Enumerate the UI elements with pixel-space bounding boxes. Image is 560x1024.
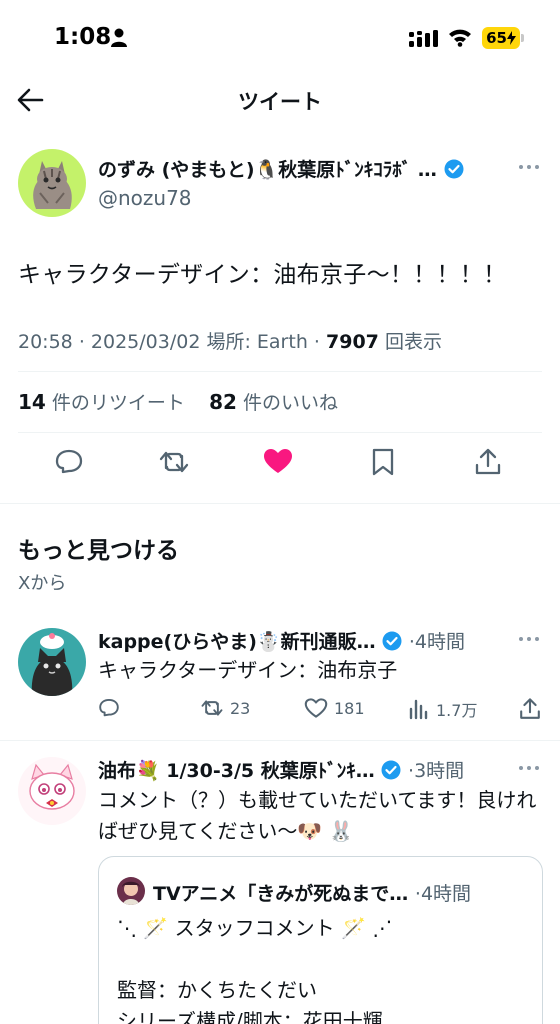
verified-badge-icon: [381, 760, 401, 780]
battery-tip: [521, 34, 524, 42]
feed-author-name-text: kappe(ひらやま)☃️新刊通販…: [98, 631, 376, 653]
author-name[interactable]: のずみ (やまもと)🐧秋葉原ﾄﾞﾝｷｺﾗﾎﾞ …: [98, 155, 464, 182]
feed-like-count: 181: [334, 698, 365, 718]
more-options-icon[interactable]: [518, 635, 540, 643]
author-name-text: のずみ (やまもと)🐧秋葉原ﾄﾞﾝｷｺﾗﾎﾞ …: [98, 159, 437, 181]
divider: [0, 740, 560, 741]
reply-icon: [99, 698, 119, 717]
retweet-icon: [201, 700, 223, 716]
wifi-icon: [449, 29, 471, 47]
feed-text: キャラクターデザイン：油布京子: [98, 658, 398, 682]
feed-retweet-count: 23: [230, 698, 251, 718]
feed-avatar[interactable]: [18, 628, 86, 696]
heart-icon: [304, 698, 328, 718]
tweet-text: キャラクターデザイン：油布京子〜！！！！！: [18, 262, 507, 288]
quote-text: ⋱ 🪄 スタッフコメント 🪄 ⋰ 監督：かくちたくだい シリーズ構成/脚本：花田…: [117, 916, 393, 1024]
battery-indicator: 65: [482, 27, 520, 49]
page-title: ツイート: [238, 90, 322, 114]
person-icon: [111, 28, 127, 47]
like-filled-icon[interactable]: [263, 447, 293, 477]
cellular-signal-icon: [409, 30, 438, 47]
divider: [0, 503, 560, 504]
feed-author-name-text: 油布💐 1/30-3/5 秋葉原ﾄﾞﾝｷ…: [98, 760, 375, 782]
feed-text: コメント（？）も載せていただいてます！良ければぜひ見てください〜🐶 🐰: [98, 788, 537, 843]
top-nav: ツイート: [0, 72, 560, 128]
status-time: 1:08: [54, 24, 112, 50]
verified-badge-icon: [444, 159, 463, 179]
section-subtitle: Xから: [18, 573, 67, 594]
more-options-icon[interactable]: [518, 764, 540, 772]
verified-badge-icon: [382, 631, 402, 651]
feed-like-button[interactable]: 181: [304, 697, 365, 719]
divider: [18, 371, 542, 372]
meta-separator: ·: [78, 331, 91, 353]
like-stat[interactable]: 82 件のいいね: [209, 390, 338, 414]
tweet-location: 場所: Earth: [206, 331, 308, 353]
feed-time: 4時間: [414, 631, 465, 653]
feed-reply-button[interactable]: [98, 697, 120, 719]
quote-avatar: [117, 877, 145, 905]
feed-time: 3時間: [414, 760, 465, 782]
tweet-time: 20:58: [18, 331, 73, 353]
retweet-icon[interactable]: [159, 447, 189, 477]
view-count: 7907: [326, 331, 379, 353]
quote-time: 4時間: [420, 883, 472, 905]
feed-views-button[interactable]: 1.7万: [408, 697, 477, 721]
section-title: もっと見つける: [18, 538, 179, 564]
more-options-icon[interactable]: [518, 163, 540, 171]
retweet-count: 14: [18, 390, 46, 414]
like-label: 件のいいね: [242, 392, 338, 414]
meta-separator: ·: [313, 331, 327, 353]
quote-author-name-text: TVアニメ「きみが死ぬまで…: [153, 883, 409, 905]
author-handle[interactable]: @nozu78: [98, 186, 192, 210]
retweet-stat[interactable]: 14 件のリツイート: [18, 390, 185, 414]
quote-author-name: TVアニメ「きみが死ぬまで… ·4時間: [153, 879, 471, 906]
battery-level: 65: [486, 29, 507, 47]
tweet-meta: 20:58 · 2025/03/02 場所: Earth · 7907 回表示: [18, 327, 442, 354]
reply-icon[interactable]: [54, 447, 84, 477]
feed-author-name[interactable]: 油布💐 1/30-3/5 秋葉原ﾄﾞﾝｷ… ·3時間: [98, 756, 464, 783]
share-icon[interactable]: [518, 697, 542, 721]
charging-bolt-icon: [506, 31, 516, 45]
author-avatar[interactable]: [18, 149, 86, 217]
view-count-label: 回表示: [384, 331, 442, 353]
tweet-date: 2025/03/02: [90, 331, 201, 353]
feed-avatar[interactable]: [18, 757, 86, 825]
bookmark-icon[interactable]: [368, 447, 398, 477]
quoted-tweet-card[interactable]: TVアニメ「きみが死ぬまで… ·4時間 ⋱ 🪄 スタッフコメント 🪄 ⋰ 監督：…: [98, 856, 543, 1024]
status-bar: 1:08 65: [0, 0, 560, 72]
tweet-action-bar: [0, 447, 560, 483]
engagement-stats: 14 件のリツイート 82 件のいいね: [18, 388, 338, 415]
analytics-icon: [409, 699, 428, 720]
feed-author-name[interactable]: kappe(ひらやま)☃️新刊通販… ·4時間: [98, 627, 465, 654]
retweet-label: 件のリツイート: [51, 392, 185, 414]
like-count: 82: [209, 390, 237, 414]
share-icon[interactable]: [473, 447, 503, 477]
feed-retweet-button[interactable]: 23: [200, 697, 250, 719]
divider: [18, 432, 542, 433]
feed-view-count: 1.7万: [436, 701, 478, 720]
